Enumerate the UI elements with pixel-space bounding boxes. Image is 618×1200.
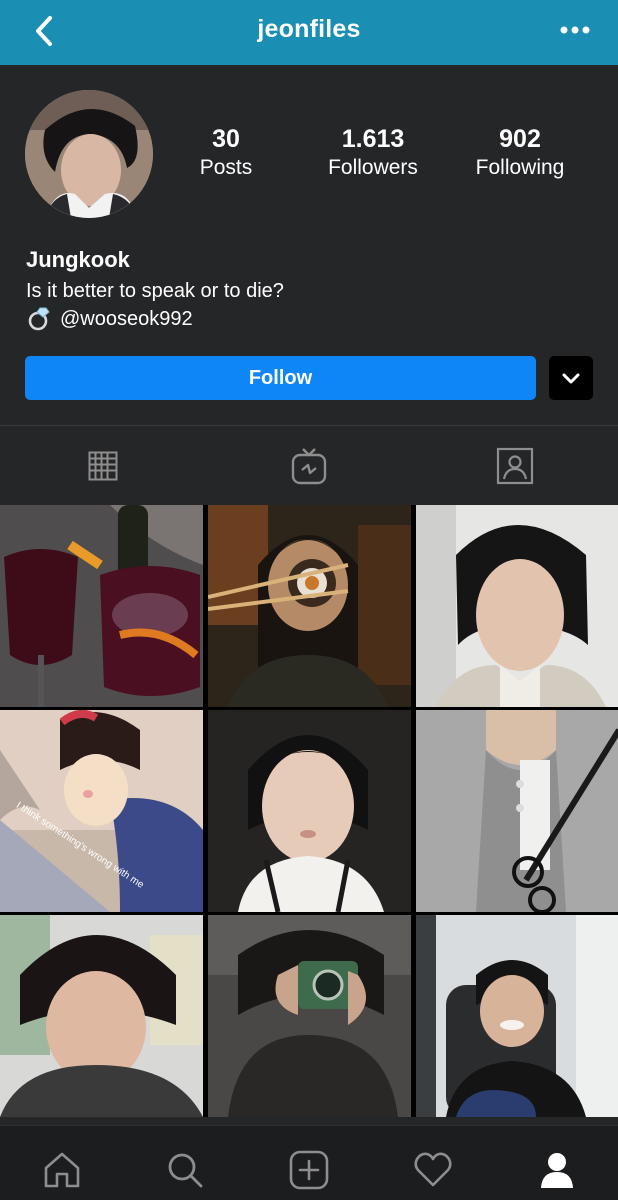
- profile-display-name: Jungkook: [26, 247, 130, 272]
- posts-stat[interactable]: 30 Posts: [151, 124, 301, 182]
- more-options-icon[interactable]: [558, 20, 592, 40]
- linked-account-mention[interactable]: @wooseok992: [60, 308, 193, 331]
- post-thumbnail[interactable]: [208, 710, 411, 912]
- post-thumbnail[interactable]: [416, 915, 618, 1117]
- post-thumbnail[interactable]: [208, 505, 411, 707]
- following-count: 902: [499, 125, 541, 153]
- tab-igtv[interactable]: [287, 444, 331, 488]
- followers-stat[interactable]: 1.613 Followers: [298, 124, 448, 182]
- profile-bio: Is it better to speak or to die?: [26, 280, 284, 302]
- posts-label: Posts: [199, 156, 253, 179]
- post-thumbnail[interactable]: [0, 915, 203, 1117]
- followers-label: Followers: [328, 156, 418, 179]
- profile-divider: [0, 425, 618, 426]
- post-thumbnail[interactable]: [416, 710, 618, 912]
- followers-count: 1.613: [341, 125, 405, 153]
- nav-profile[interactable]: [535, 1148, 579, 1192]
- chevron-down-icon: [562, 373, 580, 384]
- posts-grid: I think something's wrong with me: [0, 505, 618, 1117]
- igtv-icon: [291, 448, 327, 485]
- home-icon: [44, 1152, 80, 1188]
- nav-activity[interactable]: [411, 1148, 455, 1192]
- post-thumbnail[interactable]: I think something's wrong with me: [0, 710, 203, 912]
- nav-home[interactable]: [40, 1148, 84, 1192]
- profile-avatar[interactable]: [25, 90, 153, 218]
- linked-account-row: @wooseok992: [26, 306, 193, 332]
- grid-icon: [88, 451, 118, 481]
- posts-count: 30: [212, 125, 240, 153]
- post-thumbnail[interactable]: [0, 505, 203, 707]
- new-post-icon: [289, 1150, 329, 1190]
- follow-button[interactable]: Follow: [25, 356, 536, 400]
- profile-username-title: jeonfiles: [257, 15, 361, 43]
- top-app-bar: jeonfiles: [0, 0, 618, 65]
- tagged-icon: [496, 447, 534, 485]
- following-label: Following: [475, 156, 565, 179]
- activity-heart-icon: [414, 1152, 452, 1187]
- bottom-navigation-bar: [0, 1125, 618, 1200]
- tab-posts-grid[interactable]: [81, 444, 125, 488]
- suggested-accounts-button[interactable]: [549, 356, 593, 400]
- post-thumbnail[interactable]: [208, 915, 411, 1117]
- nav-new-post[interactable]: [287, 1148, 331, 1192]
- profile-icon: [541, 1153, 573, 1188]
- post-thumbnail[interactable]: [416, 505, 618, 707]
- search-icon: [168, 1153, 203, 1188]
- ring-icon: [28, 307, 50, 331]
- following-stat[interactable]: 902 Following: [445, 124, 595, 182]
- tab-tagged[interactable]: [493, 444, 537, 488]
- nav-search[interactable]: [163, 1148, 207, 1192]
